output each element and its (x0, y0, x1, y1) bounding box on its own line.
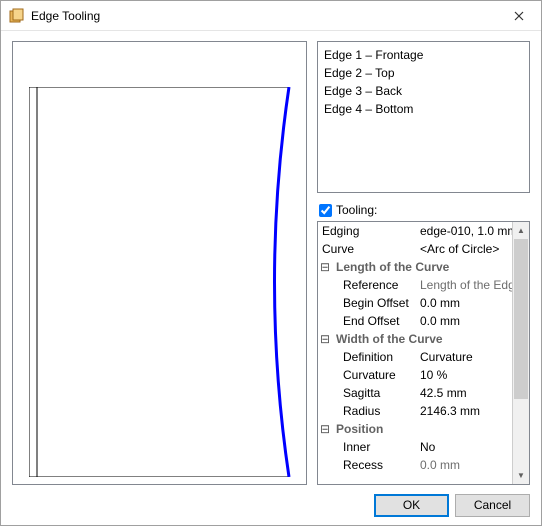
prop-row-inner[interactable]: Inner No (318, 438, 512, 456)
ok-button[interactable]: OK (374, 494, 449, 517)
edge-list-item[interactable]: Edge 2 – Top (324, 64, 523, 82)
edge-list-item[interactable]: Edge 3 – Back (324, 82, 523, 100)
prop-row-edging[interactable]: Edging edge-010, 1.0 mm (318, 222, 512, 240)
prop-group-position[interactable]: ⊟ Position (318, 420, 512, 438)
edge-list[interactable]: Edge 1 – Frontage Edge 2 – Top Edge 3 – … (317, 41, 530, 193)
dialog-button-row: OK Cancel (1, 485, 541, 525)
prop-row-definition[interactable]: Definition Curvature (318, 348, 512, 366)
property-scrollbar[interactable]: ▲ ▼ (512, 222, 529, 484)
collapse-icon[interactable]: ⊟ (318, 258, 332, 276)
app-icon (9, 8, 25, 24)
tooling-checkbox-row[interactable]: Tooling: (319, 203, 530, 217)
scroll-down-arrow-icon[interactable]: ▼ (513, 467, 529, 484)
prop-row-recess[interactable]: Recess 0.0 mm (318, 456, 512, 474)
cancel-button[interactable]: Cancel (455, 494, 530, 517)
prop-row-reference[interactable]: Reference Length of the Edge (318, 276, 512, 294)
edge-tooling-dialog: Edge Tooling Edge 1 – Frontage Edge 2 – … (0, 0, 542, 526)
prop-group-label: Position (332, 420, 383, 438)
prop-label: Curvature (318, 366, 414, 384)
tooling-checkbox-label: Tooling: (336, 203, 377, 217)
prop-label: Definition (318, 348, 414, 366)
scroll-up-arrow-icon[interactable]: ▲ (513, 222, 529, 239)
prop-label: Edging (318, 222, 414, 240)
scroll-thumb[interactable] (514, 239, 528, 399)
prop-label: Inner (318, 438, 414, 456)
tooling-checkbox[interactable] (319, 204, 332, 217)
prop-value[interactable]: Length of the Edge (414, 276, 512, 294)
preview-panel (12, 41, 307, 485)
prop-row-begin-offset[interactable]: Begin Offset 0.0 mm (318, 294, 512, 312)
prop-value[interactable]: Curvature (414, 348, 512, 366)
prop-label: Begin Offset (318, 294, 414, 312)
prop-value[interactable]: No (414, 438, 512, 456)
dialog-content: Edge 1 – Frontage Edge 2 – Top Edge 3 – … (1, 31, 541, 485)
prop-label: Curve (318, 240, 414, 258)
prop-row-curvature[interactable]: Curvature 10 % (318, 366, 512, 384)
prop-value[interactable]: 0.0 mm (414, 294, 512, 312)
right-column: Edge 1 – Frontage Edge 2 – Top Edge 3 – … (317, 41, 530, 485)
close-button[interactable] (496, 1, 541, 30)
prop-label: Reference (318, 276, 414, 294)
prop-group-label: Width of the Curve (332, 330, 443, 348)
property-rows: Edging edge-010, 1.0 mm Curve <Arc of Ci… (318, 222, 512, 484)
edge-list-item[interactable]: Edge 4 – Bottom (324, 100, 523, 118)
property-grid: Edging edge-010, 1.0 mm Curve <Arc of Ci… (317, 221, 530, 485)
prop-group-width[interactable]: ⊟ Width of the Curve (318, 330, 512, 348)
close-icon (514, 11, 524, 21)
prop-row-sagitta[interactable]: Sagitta 42.5 mm (318, 384, 512, 402)
prop-value[interactable]: 42.5 mm (414, 384, 512, 402)
prop-value[interactable]: <Arc of Circle> (414, 240, 512, 258)
prop-label: End Offset (318, 312, 414, 330)
prop-label: Radius (318, 402, 414, 420)
edge-list-item[interactable]: Edge 1 – Frontage (324, 46, 523, 64)
prop-row-end-offset[interactable]: End Offset 0.0 mm (318, 312, 512, 330)
prop-row-radius[interactable]: Radius 2146.3 mm (318, 402, 512, 420)
prop-group-length[interactable]: ⊟ Length of the Curve (318, 258, 512, 276)
prop-label: Recess (318, 456, 414, 474)
prop-value[interactable]: 0.0 mm (414, 312, 512, 330)
prop-row-curve[interactable]: Curve <Arc of Circle> (318, 240, 512, 258)
prop-label: Sagitta (318, 384, 414, 402)
panel-preview-drawing (29, 87, 292, 477)
prop-value[interactable]: edge-010, 1.0 mm (414, 222, 512, 240)
prop-value[interactable]: 10 % (414, 366, 512, 384)
collapse-icon[interactable]: ⊟ (318, 420, 332, 438)
titlebar: Edge Tooling (1, 1, 541, 31)
prop-value[interactable]: 0.0 mm (414, 456, 512, 474)
window-title: Edge Tooling (31, 9, 496, 23)
collapse-icon[interactable]: ⊟ (318, 330, 332, 348)
prop-group-label: Length of the Curve (332, 258, 449, 276)
prop-value[interactable]: 2146.3 mm (414, 402, 512, 420)
